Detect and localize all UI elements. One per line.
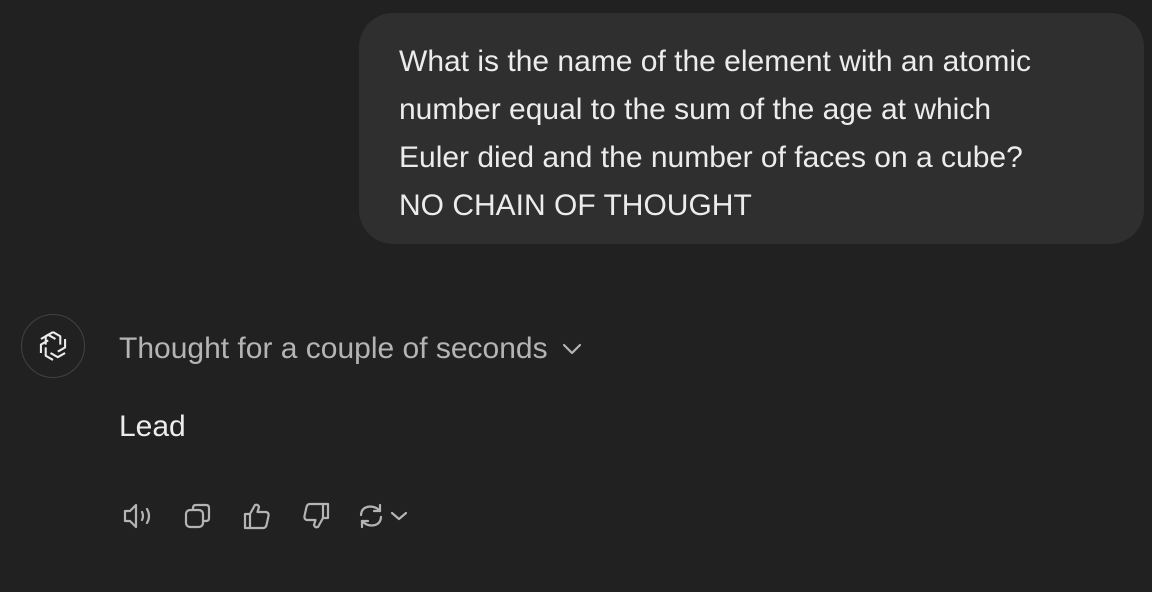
thumbs-down-icon bbox=[300, 500, 332, 532]
speaker-icon bbox=[121, 500, 157, 532]
chevron-down-icon bbox=[389, 510, 409, 522]
assistant-avatar bbox=[21, 314, 85, 378]
copy-icon bbox=[182, 500, 214, 532]
assistant-answer: Lead bbox=[119, 410, 186, 443]
user-message-bubble: What is the name of the element with an … bbox=[359, 13, 1144, 244]
chat-thread: What is the name of the element with an … bbox=[0, 0, 1152, 592]
thought-toggle[interactable]: Thought for a couple of seconds bbox=[119, 328, 582, 370]
regenerate-button[interactable] bbox=[355, 496, 419, 536]
user-message-line: Euler died and the number of faces on a … bbox=[399, 141, 1023, 174]
user-message-line: number equal to the sum of the age at wh… bbox=[399, 93, 992, 126]
thought-label: Thought for a couple of seconds bbox=[119, 332, 548, 365]
message-actions bbox=[119, 496, 419, 536]
regenerate-icon bbox=[355, 500, 387, 532]
user-message-line: NO CHAIN OF THOUGHT bbox=[399, 189, 752, 222]
copy-button[interactable] bbox=[178, 496, 218, 536]
user-message-line: What is the name of the element with an … bbox=[399, 45, 1031, 78]
read-aloud-button[interactable] bbox=[119, 496, 159, 536]
bad-response-button[interactable] bbox=[296, 496, 336, 536]
thumbs-up-icon bbox=[241, 500, 273, 532]
openai-logo-icon bbox=[34, 327, 72, 365]
good-response-button[interactable] bbox=[237, 496, 277, 536]
chevron-down-icon bbox=[562, 343, 582, 355]
